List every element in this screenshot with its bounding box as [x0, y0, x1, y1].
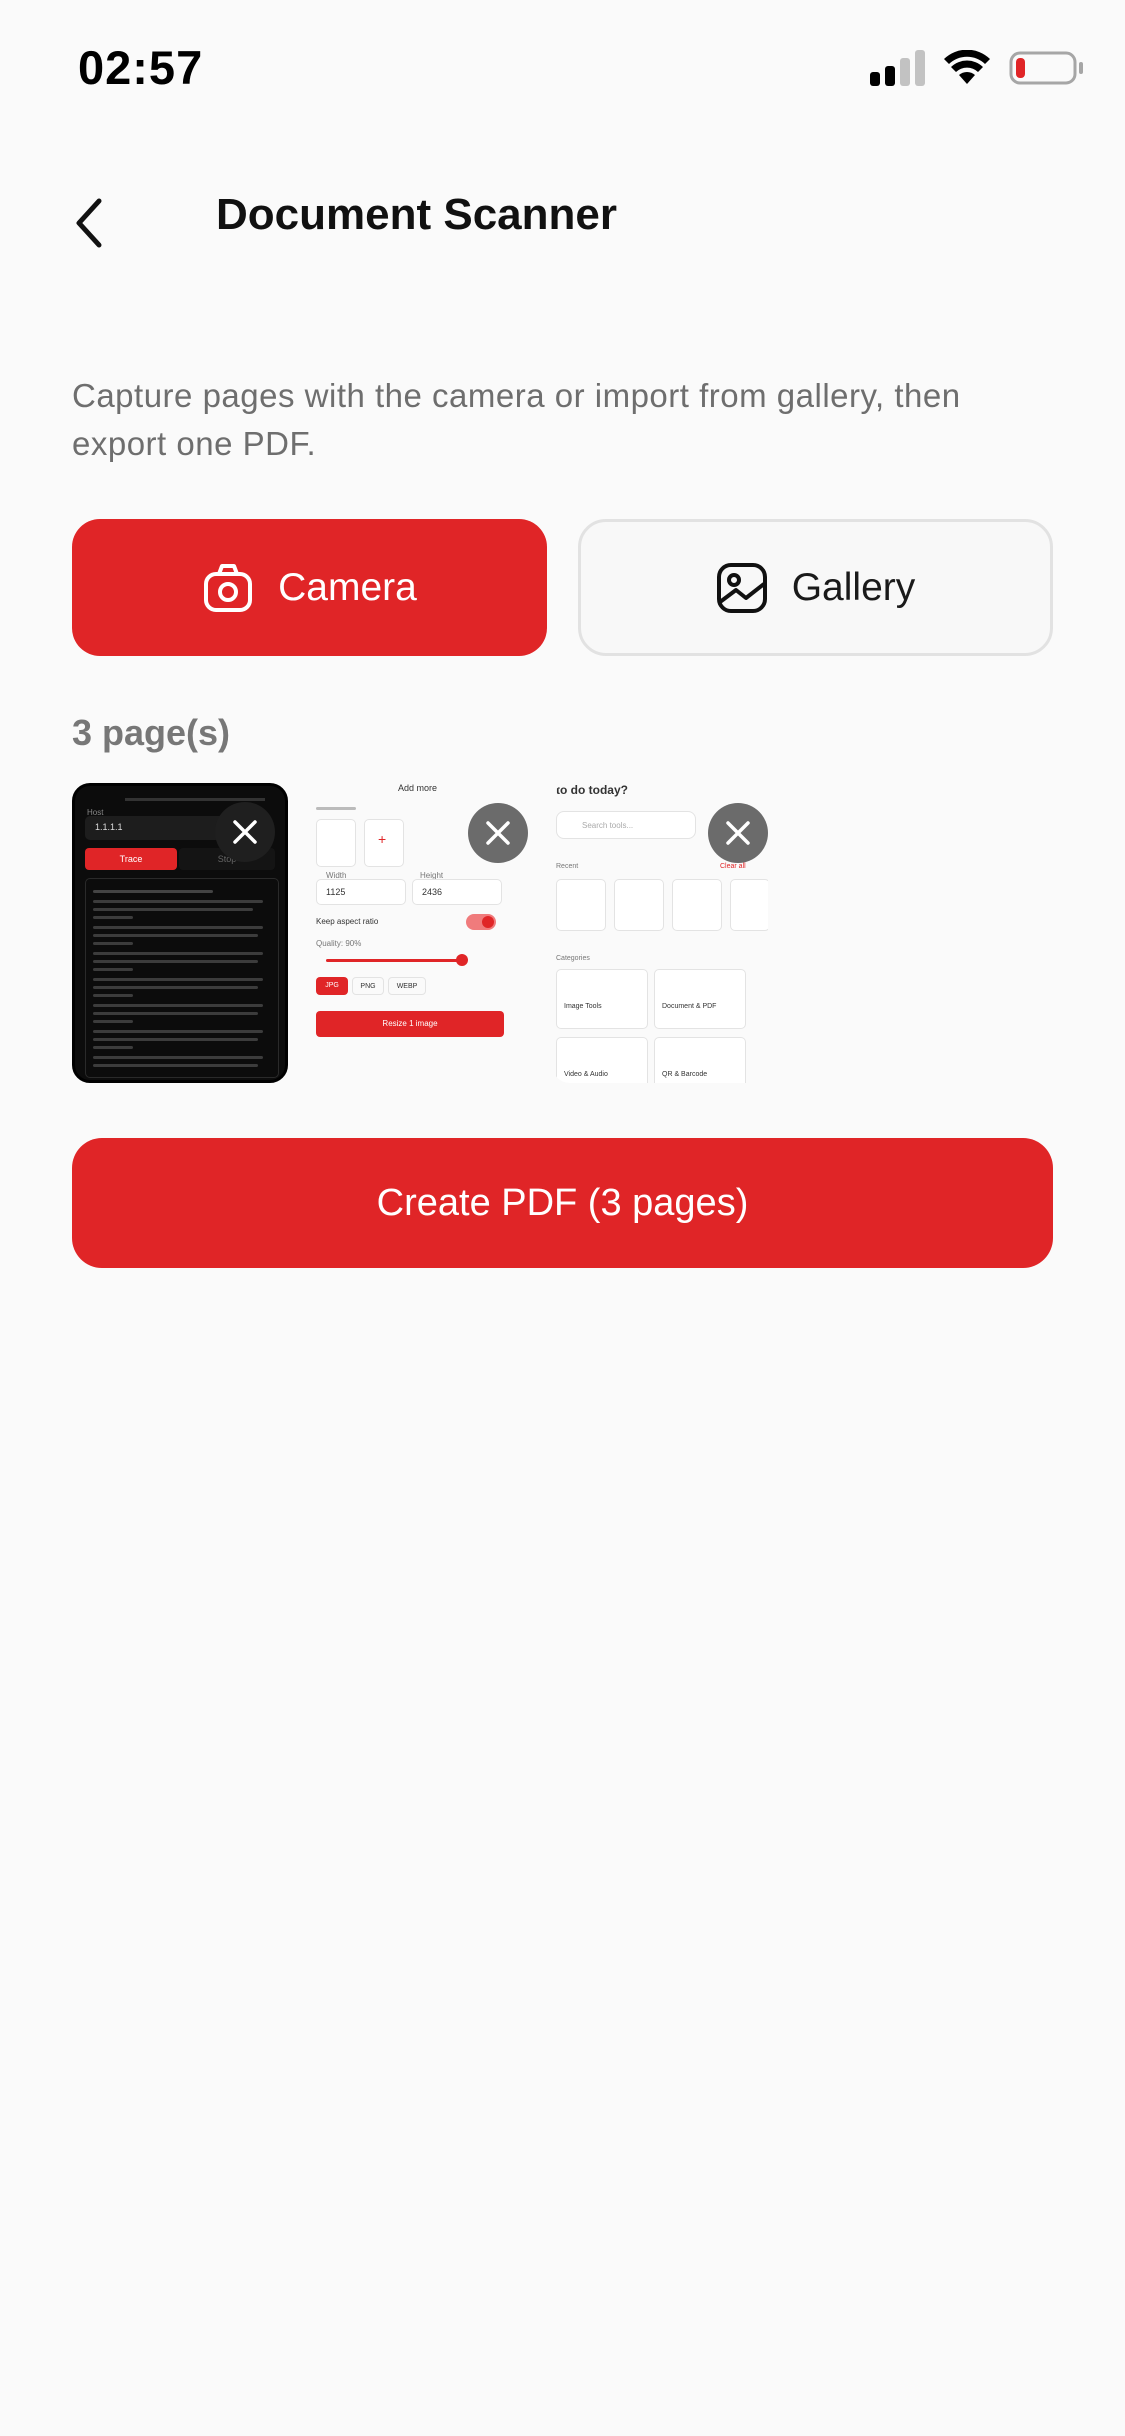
thumb3-heading: to do today? — [556, 783, 628, 797]
create-pdf-button[interactable]: Create PDF (3 pages) — [72, 1138, 1053, 1268]
thumb3-categories: Categories — [556, 955, 590, 962]
thumb2-resize-button: Resize 1 image — [316, 1011, 504, 1037]
thumb2-format-png: PNG — [352, 977, 384, 995]
remove-page-2-button[interactable] — [468, 803, 528, 863]
gallery-button-label: Gallery — [791, 565, 916, 609]
thumb2-quality: Quality: 90% — [316, 939, 362, 948]
battery-icon — [1009, 51, 1083, 85]
gallery-button[interactable]: Gallery — [578, 519, 1053, 656]
thumb2-format-jpg: JPG — [316, 977, 348, 995]
thumb3-clear-all: Clear all — [720, 863, 746, 870]
thumb3-cat-qr: QR & Barcode — [662, 1071, 708, 1078]
camera-button[interactable]: Camera — [72, 519, 547, 656]
close-icon — [486, 821, 510, 845]
thumb2-add-more: Add more — [398, 783, 438, 793]
close-icon — [233, 820, 257, 844]
page-thumbnail-2[interactable]: Add more + Width Height 1125 2436 Keep a… — [312, 783, 528, 1083]
status-time: 02:57 — [78, 41, 204, 94]
thumb1-host-value: 1.1.1.1 — [95, 822, 123, 832]
thumb3-search-placeholder: Search tools... — [582, 821, 634, 830]
close-icon — [726, 821, 750, 845]
thumb3-recent: Recent — [556, 863, 579, 870]
back-chevron-icon — [76, 198, 102, 248]
camera-button-label: Camera — [278, 565, 417, 609]
thumb3-cat-image: Image Tools — [564, 1003, 602, 1010]
thumb1-trace: Trace — [85, 848, 177, 870]
description-text: Capture pages with the camera or import … — [72, 377, 961, 462]
status-bar: 02:57 — [0, 0, 1125, 140]
page-thumbnail-3[interactable]: to do today? Search tools... Recent Clea… — [552, 783, 768, 1083]
signal-icon — [870, 50, 925, 86]
thumb2-format-webp: WEBP — [388, 977, 426, 995]
page-thumbnails: Host 1.1.1.1 Trace Stop Add more + Width… — [72, 783, 768, 1083]
nav-bar: Document Scanner — [0, 160, 1125, 280]
thumb3-cat-doc: Document & PDF — [662, 1003, 717, 1010]
page-thumbnail-1[interactable]: Host 1.1.1.1 Trace Stop — [72, 783, 288, 1083]
gallery-icon — [716, 562, 767, 613]
camera-icon — [204, 563, 253, 612]
thumb2-width-value: 1125 — [326, 887, 346, 897]
remove-page-1-button[interactable] — [215, 802, 275, 862]
remove-page-3-button[interactable] — [708, 803, 768, 863]
thumb2-keep-aspect: Keep aspect ratio — [316, 917, 379, 926]
back-button[interactable] — [58, 188, 118, 258]
page-title: Document Scanner — [216, 190, 617, 239]
status-icons — [870, 50, 1085, 86]
wifi-icon — [944, 50, 990, 84]
page-count-label: 3 page(s) — [72, 712, 231, 753]
thumb2-height-value: 2436 — [422, 887, 443, 897]
thumb3-cat-video: Video & Audio — [564, 1071, 608, 1078]
